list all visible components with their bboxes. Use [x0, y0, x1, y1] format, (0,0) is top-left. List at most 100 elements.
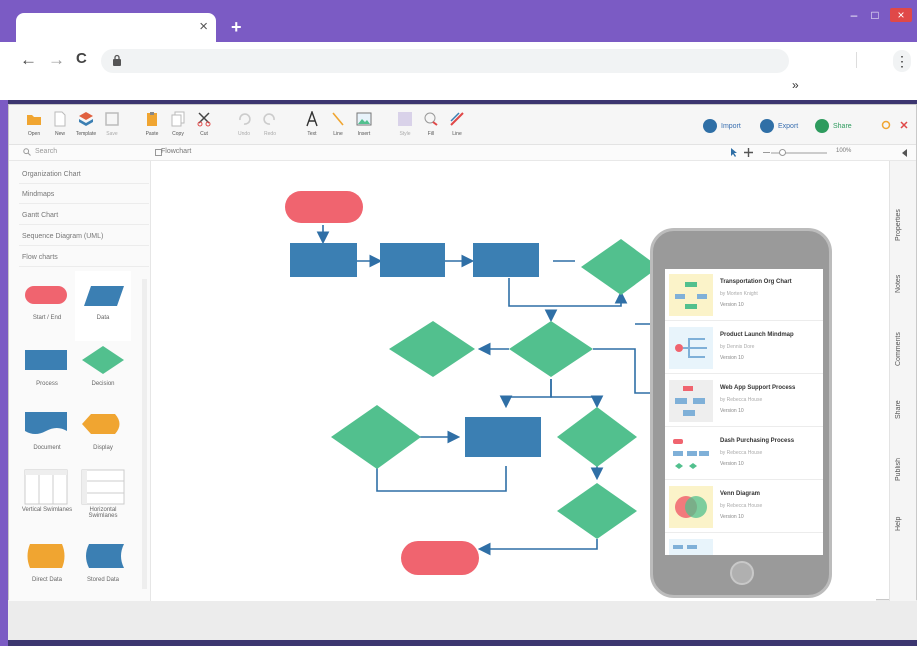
- library-organization-chart[interactable]: Organization Chart: [22, 171, 81, 178]
- publish-panel-button[interactable]: Publish: [895, 441, 913, 481]
- close-app-icon[interactable]: [899, 120, 909, 130]
- sub-toolbar: Search Flowchart 100%: [9, 145, 916, 161]
- fill-button[interactable]: Fill: [418, 111, 444, 141]
- template-card[interactable]: Web App Support Process by Rebecca House…: [665, 375, 823, 427]
- shape-process[interactable]: Process: [19, 343, 75, 405]
- text-icon: [306, 111, 318, 127]
- shape-stored-data[interactable]: Stored Data: [75, 539, 131, 601]
- paste-button[interactable]: Paste: [139, 111, 165, 141]
- style-button[interactable]: Style: [392, 111, 418, 141]
- process-node[interactable]: [290, 243, 357, 277]
- zoom-out-icon[interactable]: [762, 148, 771, 157]
- text-button[interactable]: Text: [299, 111, 325, 141]
- library-sequence-diagram[interactable]: Sequence Diagram (UML): [22, 233, 103, 240]
- connector: [550, 379, 604, 409]
- paste-icon: [147, 112, 157, 126]
- template-card[interactable]: Product Launch Mindmap by Dennis Dore Ve…: [665, 322, 823, 374]
- browser-toolbar: ← → C ⋮ »: [0, 42, 917, 100]
- decision-shape-icon: [82, 346, 124, 374]
- purchasing-process-thumbnail: [669, 433, 713, 475]
- share-panel-button[interactable]: Share: [895, 389, 913, 419]
- chevron-left-icon[interactable]: [901, 149, 909, 157]
- decision-node[interactable]: [557, 483, 637, 539]
- maximize-button[interactable]: □: [866, 8, 884, 22]
- open-button[interactable]: Open: [21, 111, 47, 141]
- shape-start-end[interactable]: Start / End: [19, 279, 75, 341]
- bookmarks-overflow-button[interactable]: »: [792, 78, 799, 92]
- library-divider: [19, 203, 149, 204]
- browser-menu-button[interactable]: ⋮: [893, 50, 911, 72]
- library-gantt-chart[interactable]: Gantt Chart: [22, 212, 58, 219]
- comments-panel-button[interactable]: Comments: [895, 311, 913, 366]
- decision-node[interactable]: [557, 407, 637, 467]
- browser-tab[interactable]: ×: [16, 13, 216, 42]
- partial-thumb-block: [687, 545, 697, 549]
- shape-document[interactable]: Document: [19, 407, 75, 469]
- decision-node[interactable]: [581, 239, 659, 295]
- line-icon: [332, 112, 344, 126]
- minimize-button[interactable]: –: [845, 8, 863, 22]
- settings-icon[interactable]: [881, 120, 891, 130]
- export-button[interactable]: Export: [760, 117, 798, 135]
- reload-button[interactable]: C: [76, 50, 87, 67]
- tab-close-button[interactable]: ×: [199, 18, 208, 35]
- address-bar[interactable]: [101, 49, 789, 73]
- properties-panel-button[interactable]: Properties: [895, 181, 913, 241]
- shape-display[interactable]: Display: [75, 407, 131, 469]
- shape-horizontal-swimlanes[interactable]: Horizontal Swimlanes: [75, 467, 131, 529]
- save-button[interactable]: Save: [99, 111, 125, 141]
- shape-decision[interactable]: Decision: [75, 343, 131, 405]
- process-node[interactable]: [473, 243, 539, 277]
- process-node[interactable]: [465, 417, 541, 457]
- redo-button[interactable]: Redo: [257, 111, 283, 141]
- insert-button[interactable]: Insert: [351, 111, 377, 141]
- decision-node[interactable]: [331, 405, 421, 469]
- document-tab[interactable]: Flowchart: [161, 148, 191, 155]
- help-panel-button[interactable]: Help: [895, 501, 913, 531]
- undo-icon: [239, 113, 251, 125]
- template-card[interactable]: Dash Purchasing Process by Rebecca House…: [665, 428, 823, 480]
- process-shape-icon: [25, 350, 67, 370]
- library-flow-charts[interactable]: Flow charts: [22, 254, 58, 261]
- back-button[interactable]: ←: [20, 50, 37, 70]
- line-color-button[interactable]: Line: [444, 111, 470, 141]
- decision-node[interactable]: [389, 321, 475, 377]
- library-divider: [19, 224, 149, 225]
- template-card-partial: [669, 539, 713, 555]
- new-tab-button[interactable]: +: [231, 17, 242, 38]
- forward-button[interactable]: →: [48, 50, 65, 70]
- import-button[interactable]: Import: [703, 117, 741, 135]
- sidebar-scrollbar[interactable]: [142, 279, 147, 589]
- copy-button[interactable]: Copy: [165, 111, 191, 141]
- shape-direct-data[interactable]: Direct Data: [19, 539, 75, 601]
- library-mindmaps[interactable]: Mindmaps: [22, 191, 54, 198]
- end-node[interactable]: [401, 541, 479, 575]
- cut-button[interactable]: Cut: [191, 111, 217, 141]
- share-button[interactable]: Share: [815, 117, 852, 135]
- decision-node[interactable]: [509, 321, 593, 377]
- template-button[interactable]: Template: [73, 111, 99, 141]
- export-icon: [760, 119, 774, 133]
- start-node[interactable]: [285, 191, 363, 223]
- shape-data[interactable]: Data: [75, 271, 131, 341]
- line-button[interactable]: Line: [325, 111, 351, 141]
- shape-vertical-swimlanes[interactable]: Vertical Swimlanes: [19, 467, 75, 529]
- horizontal-swimlanes-shape-icon: [81, 469, 125, 505]
- template-card[interactable]: Transportation Org Chart by Morten Knigh…: [665, 269, 823, 321]
- pan-icon[interactable]: [744, 148, 753, 157]
- redo-icon: [263, 113, 275, 125]
- pointer-icon[interactable]: [730, 148, 738, 157]
- template-card[interactable]: Venn Diagram by Rebecca House Version 10: [665, 481, 823, 533]
- undo-button[interactable]: Undo: [231, 111, 257, 141]
- notes-panel-button[interactable]: Notes: [895, 253, 913, 293]
- zoom-slider-handle[interactable]: [779, 149, 786, 156]
- direct-data-shape-icon: [27, 544, 65, 568]
- library-divider: [19, 245, 149, 246]
- library-search-input[interactable]: Search: [35, 148, 57, 155]
- ribbon-toolbar: Open New Template Save Paste Copy Cut Un…: [9, 105, 916, 145]
- new-button[interactable]: New: [47, 111, 73, 141]
- close-window-button[interactable]: ×: [890, 8, 912, 22]
- phone-mockup: Transportation Org Chart by Morten Knigh…: [650, 228, 832, 598]
- tab-strip: × + – □ ×: [0, 0, 917, 42]
- process-node[interactable]: [380, 243, 445, 277]
